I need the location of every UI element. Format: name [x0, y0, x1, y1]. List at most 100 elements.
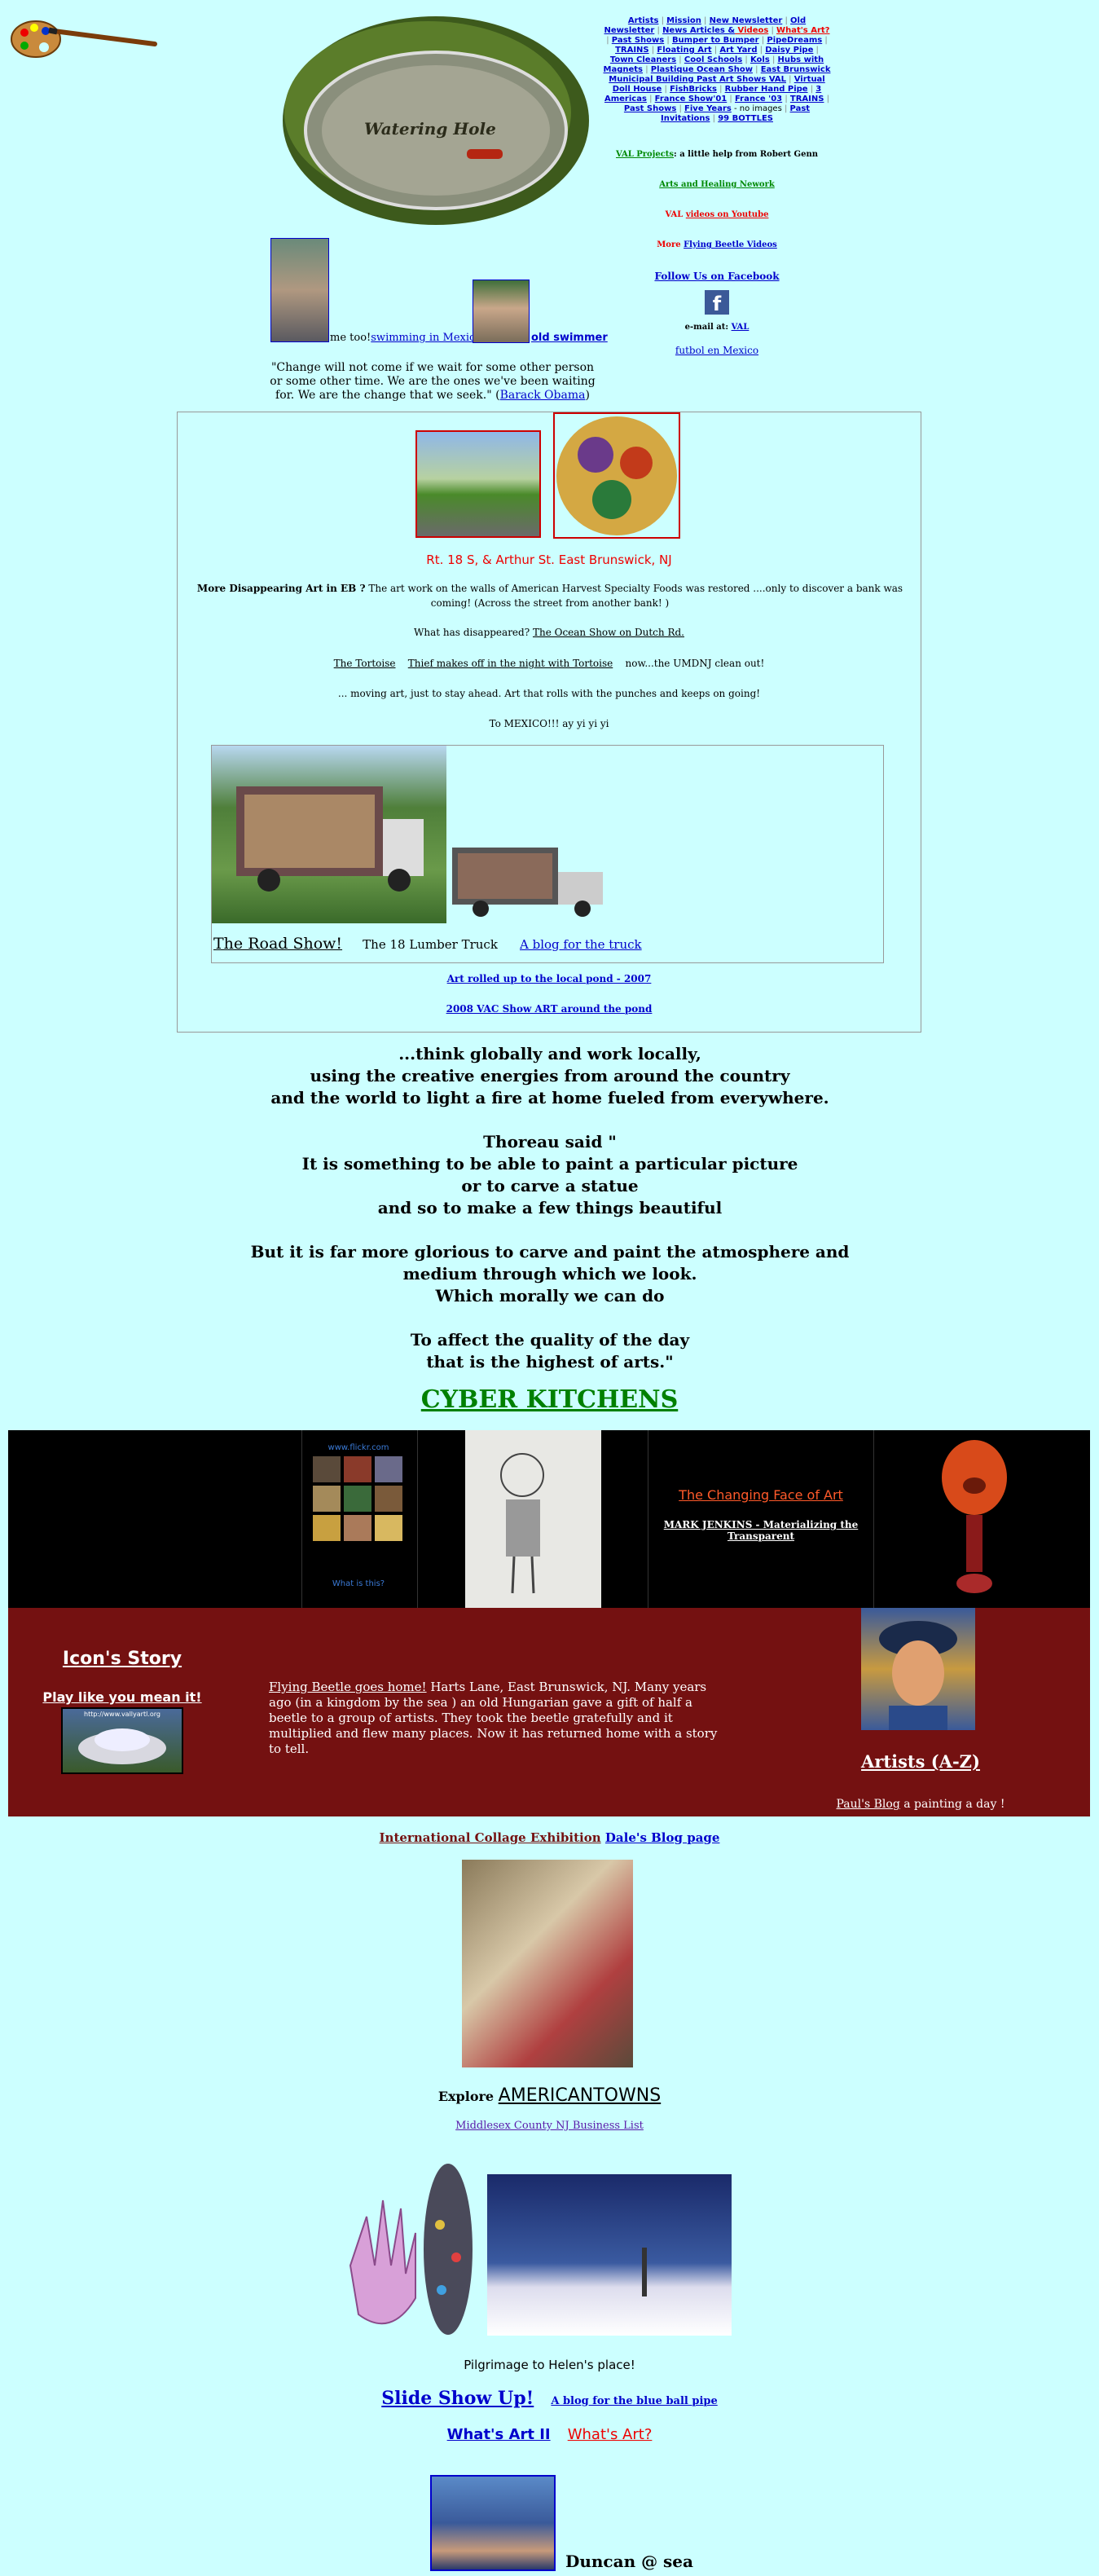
harvest-mural-photo[interactable] — [553, 412, 680, 539]
flickr-grid[interactable] — [311, 1455, 406, 1544]
flickr-url[interactable]: www.flickr.com — [310, 1443, 407, 1452]
whats-art-2-link[interactable]: What's Art II — [447, 2426, 551, 2443]
nav-separator: | — [676, 104, 685, 113]
vw-car-image[interactable]: http://www.vallyartl.org — [61, 1707, 183, 1774]
nav-separator: | — [662, 85, 670, 94]
nav-link[interactable]: Rubber Hand Pipe — [725, 85, 808, 94]
nav-link[interactable]: Past Shows — [612, 36, 664, 45]
nav-separator: | — [822, 36, 828, 45]
nav-link[interactable]: Town Cleaners — [610, 55, 676, 64]
duncan-sea-photo[interactable] — [430, 2475, 556, 2571]
winter-night-photo[interactable] — [487, 2174, 732, 2336]
nav-separator: | — [710, 114, 719, 123]
old-swimmer-link[interactable]: old swimmer — [531, 332, 608, 344]
what-disappeared-text: What has disappeared? — [414, 627, 533, 638]
swimmer-photo-1[interactable] — [270, 238, 329, 342]
changing-face-link[interactable]: The Changing Face of Art — [652, 1487, 870, 1503]
artist-at-work-photo[interactable] — [462, 1860, 633, 2067]
flickr-caption[interactable]: What is this? — [310, 1579, 407, 1588]
flying-beetle-videos-link[interactable]: Flying Beetle Videos — [684, 240, 777, 249]
nav-link[interactable]: Bumper to Bumper — [672, 36, 759, 45]
road-show-link[interactable]: The Road Show! — [213, 935, 342, 953]
ocean-show-link[interactable]: The Ocean Show on Dutch Rd. — [533, 627, 684, 638]
nav-link[interactable]: Plastique Ocean Show — [651, 65, 753, 74]
art-rolled-link[interactable]: Art rolled up to the local pond - 2007 — [447, 973, 652, 984]
nav-link[interactable]: New Newsletter — [710, 16, 783, 25]
pauls-blog-link[interactable]: Paul's Blog — [837, 1798, 900, 1811]
nav-link[interactable]: TRAINS — [790, 95, 824, 103]
nav-link[interactable]: 99 BOTTLES — [718, 114, 773, 123]
nav-link[interactable]: France '03 — [735, 95, 782, 103]
nav-link[interactable]: Floating Art — [657, 46, 711, 55]
nav-separator: | — [757, 46, 766, 55]
nav-link[interactable]: FishBricks — [670, 85, 717, 94]
swimmer-photo-2[interactable] — [473, 280, 530, 343]
nav-link[interactable]: What's Art? — [776, 26, 829, 35]
nav-separator: | — [676, 55, 684, 64]
sketch-figure-image[interactable] — [465, 1430, 601, 1608]
nav-link[interactable]: Mission — [666, 16, 701, 25]
glove-sculpture-image[interactable] — [334, 2151, 482, 2342]
mark-jenkins-link[interactable]: MARK JENKINS - Materializing the Transpa… — [652, 1519, 870, 1542]
nav-separator: | — [658, 16, 667, 25]
americantowns-link[interactable]: AMERICANTOWNS — [499, 2085, 662, 2106]
futbol-link[interactable]: futbol en Mexico — [675, 345, 758, 356]
nav-separator: | — [654, 26, 663, 35]
arts-healing-link[interactable]: Arts and Healing Nework — [659, 180, 775, 189]
intl-collage-link[interactable]: International Collage Exhibition — [380, 1830, 601, 1845]
truck-blog-link[interactable]: A blog for the truck — [520, 937, 642, 952]
lumber-truck-text: The 18 Lumber Truck — [363, 937, 498, 952]
icons-story-link[interactable]: Icon's Story — [8, 1649, 236, 1669]
obama-link[interactable]: Barack Obama — [500, 389, 586, 402]
blue-ball-pipe-link[interactable]: A blog for the blue ball pipe — [551, 2395, 717, 2407]
nav-separator: | — [752, 65, 761, 74]
dales-blog-link[interactable]: Dale's Blog page — [605, 1830, 720, 1845]
nav-link[interactable]: Artists — [628, 16, 659, 25]
artists-az-link[interactable]: Artists (A-Z) — [823, 1751, 1018, 1772]
play-like-link[interactable]: Play like you mean it! — [8, 1689, 236, 1705]
nav-separator: | — [807, 85, 816, 94]
quote-line: or to carve a statue — [461, 1176, 639, 1196]
nav-link[interactable]: PipeDreams — [767, 36, 822, 45]
nav-link[interactable]: Art Yard — [719, 46, 757, 55]
swimming-mexico-link[interactable]: swimming in Mexico — [371, 332, 481, 344]
nav-link[interactable]: France Show'01 — [655, 95, 728, 103]
nav-link[interactable]: News Articles & — [662, 26, 735, 35]
email-label: e-mail at: — [684, 323, 732, 332]
facebook-icon[interactable]: f — [705, 290, 729, 315]
road-show-truck-photo[interactable] — [212, 746, 446, 923]
thief-link[interactable]: Thief makes off in the night with Tortoi… — [408, 658, 613, 669]
val-projects-link[interactable]: VAL Projects — [616, 150, 674, 159]
nav-link-videos[interactable]: Videos — [735, 26, 769, 35]
nav-separator: | — [781, 104, 790, 113]
side-links: VAL Projects: a little help from Robert … — [603, 150, 831, 356]
nav-link[interactable]: Kols — [750, 55, 770, 64]
quote-line: medium through which we look. — [402, 1264, 697, 1284]
slide-show-link[interactable]: Slide Show Up! — [381, 2388, 534, 2409]
nav-link[interactable]: Daisy Pipe — [765, 46, 813, 55]
flying-beetle-link[interactable]: Flying Beetle goes home! — [269, 1680, 427, 1694]
email-link[interactable]: VAL — [732, 323, 750, 332]
whats-art-link[interactable]: What's Art? — [568, 2426, 653, 2443]
watering-hole-image[interactable]: Watering Hole — [281, 15, 591, 227]
nav-separator: | — [716, 85, 725, 94]
thoreau-quote: ...think globally and work locally, using… — [204, 1043, 896, 1373]
nav-link[interactable]: Past Shows — [624, 104, 676, 113]
harvest-wall-photo[interactable] — [415, 430, 541, 538]
follow-facebook-link[interactable]: Follow Us on Facebook — [654, 271, 779, 282]
watering-hole-title: Watering Hole — [364, 119, 496, 139]
middlesex-link[interactable]: Middlesex County NJ Business List — [0, 2120, 1099, 2132]
nav-link[interactable]: TRAINS — [615, 46, 649, 55]
road-show-box: The Road Show! The 18 Lumber Truck A blo… — [211, 745, 884, 963]
nav-link[interactable]: Cool Schools — [684, 55, 742, 64]
cyber-kitchens-link[interactable]: CYBER KITCHENS — [0, 1385, 1099, 1414]
nav-separator: | — [769, 55, 778, 64]
nav-link[interactable]: Five Years — [684, 104, 732, 113]
val-videos-link[interactable]: videos on Youtube — [686, 210, 769, 219]
van-gogh-image[interactable] — [861, 1608, 975, 1730]
nav-separator: | — [648, 46, 657, 55]
lumber-truck-photo[interactable] — [448, 835, 611, 923]
vac-show-link[interactable]: 2008 VAC Show ART around the pond — [446, 1003, 653, 1015]
orange-sculpture-image[interactable] — [937, 1437, 1012, 1600]
tortoise-link[interactable]: The Tortoise — [334, 658, 396, 669]
